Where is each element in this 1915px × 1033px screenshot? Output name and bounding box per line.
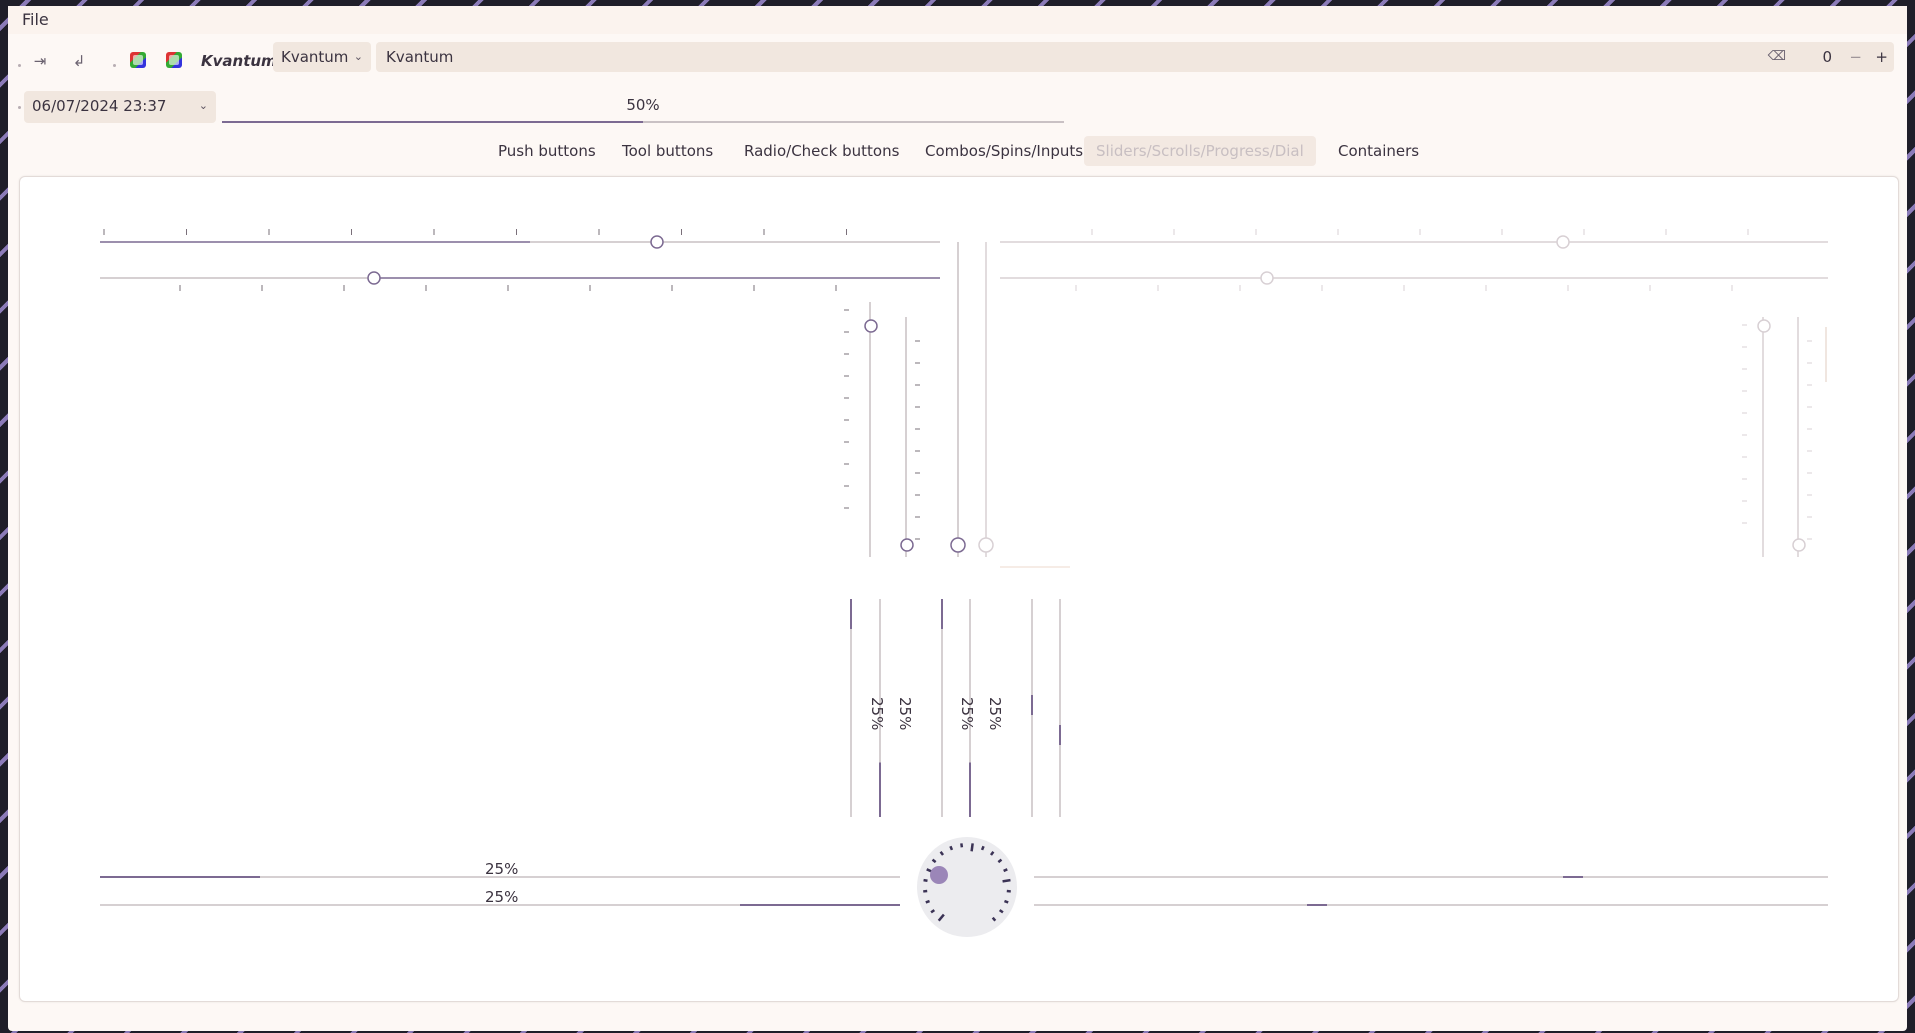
menu-file[interactable]: File — [22, 10, 49, 29]
toolbar: ⇥ ↲ Kvantum Kvantum ⌄ Kvantum ⌫ 0 − + — [8, 34, 1907, 84]
tab-radio-check-buttons[interactable]: Radio/Check buttons — [732, 136, 911, 166]
vprogress-label-3: 25% — [958, 697, 976, 731]
hslider-1-handle[interactable] — [650, 235, 664, 249]
vprogress-label-1: 25% — [868, 697, 886, 731]
widgets-canvas — [100, 229, 1828, 937]
datetime-chevron-icon: ⌄ — [198, 99, 208, 112]
vprogress-label-4: 25% — [986, 697, 1004, 731]
style-combo-value: Kvantum — [281, 48, 349, 66]
dial-tick[interactable] — [949, 845, 954, 851]
tab-bar: Push buttons Tool buttons Radio/Check butt… — [8, 136, 1907, 170]
hprogress-label-2: 25% — [485, 888, 519, 906]
spinbox-increment[interactable]: + — [1875, 42, 1888, 72]
dial-tick[interactable] — [960, 843, 964, 848]
vslider-3-handle[interactable] — [950, 537, 966, 553]
top-progress-fill — [222, 121, 643, 123]
kvantum-icon-2[interactable] — [166, 52, 182, 68]
chevron-down-icon: ⌄ — [353, 50, 363, 63]
tab-combos-spins-inputs[interactable]: Combos/Spins/Inputs — [913, 136, 1095, 166]
style-combo[interactable]: Kvantum ⌄ — [273, 42, 371, 72]
dial-body[interactable] — [917, 837, 1017, 937]
exit-icon[interactable]: ⇥ — [29, 50, 51, 72]
top-progress-label: 50% — [626, 96, 660, 114]
hprogress-label-1: 25% — [485, 860, 519, 878]
datetime-value: 06/07/2024 23:37 — [32, 97, 167, 115]
top-progress-bar: 50% — [222, 96, 1064, 126]
dial-tick[interactable] — [1004, 899, 1009, 904]
dial-handle[interactable] — [930, 866, 948, 884]
vslider-5-handle[interactable] — [1757, 319, 1771, 333]
clear-icon[interactable]: ⌫ — [1768, 42, 1786, 72]
hslider-3-handle[interactable] — [1556, 235, 1570, 249]
toolbar-grip-2[interactable] — [113, 64, 116, 67]
return-icon[interactable]: ↲ — [68, 50, 90, 72]
dial-tick[interactable] — [980, 845, 985, 851]
line-edit-text: Kvantum — [386, 48, 454, 66]
vslider-1-handle[interactable] — [864, 319, 878, 333]
text-line-edit[interactable]: Kvantum ⌫ 0 − + — [376, 42, 1894, 72]
tab-push-buttons[interactable]: Push buttons — [486, 136, 608, 166]
main-window: File ⇥ ↲ Kvantum Kvantum ⌄ Kvantum ⌫ 0 −… — [8, 6, 1907, 1031]
dial-tick[interactable] — [925, 899, 930, 904]
style-label: Kvantum — [201, 52, 277, 70]
vprogress-label-2: 25% — [896, 697, 914, 731]
dial-tick[interactable] — [970, 843, 974, 852]
dial-tick[interactable] — [1002, 878, 1011, 883]
datetime-combo[interactable]: 06/07/2024 23:37 ⌄ — [24, 91, 216, 123]
tab-panel: 25% 25% 25% 25% 25% 25% — [19, 176, 1899, 1002]
vslider-6-handle[interactable] — [1792, 538, 1806, 552]
vslider-2-handle[interactable] — [900, 538, 914, 552]
toolbar-grip[interactable] — [18, 64, 21, 67]
tab-containers[interactable]: Containers — [1326, 136, 1431, 166]
hslider-2-handle[interactable] — [367, 271, 381, 285]
dial-tick[interactable] — [923, 878, 928, 883]
tab-tool-buttons[interactable]: Tool buttons — [610, 136, 725, 166]
vslider-4-handle[interactable] — [978, 537, 994, 553]
dial-tick[interactable] — [1003, 868, 1008, 873]
spinbox-value[interactable]: 0 — [1822, 42, 1832, 72]
tab-sliders-scrolls-progress-dial[interactable]: Sliders/Scrolls/Progress/Dial — [1084, 136, 1316, 166]
hslider-4-handle[interactable] — [1260, 271, 1274, 285]
menubar: File — [8, 6, 1907, 34]
spinbox-decrement[interactable]: − — [1849, 42, 1862, 72]
row-grip — [18, 106, 21, 109]
kvantum-icon[interactable] — [130, 52, 146, 68]
